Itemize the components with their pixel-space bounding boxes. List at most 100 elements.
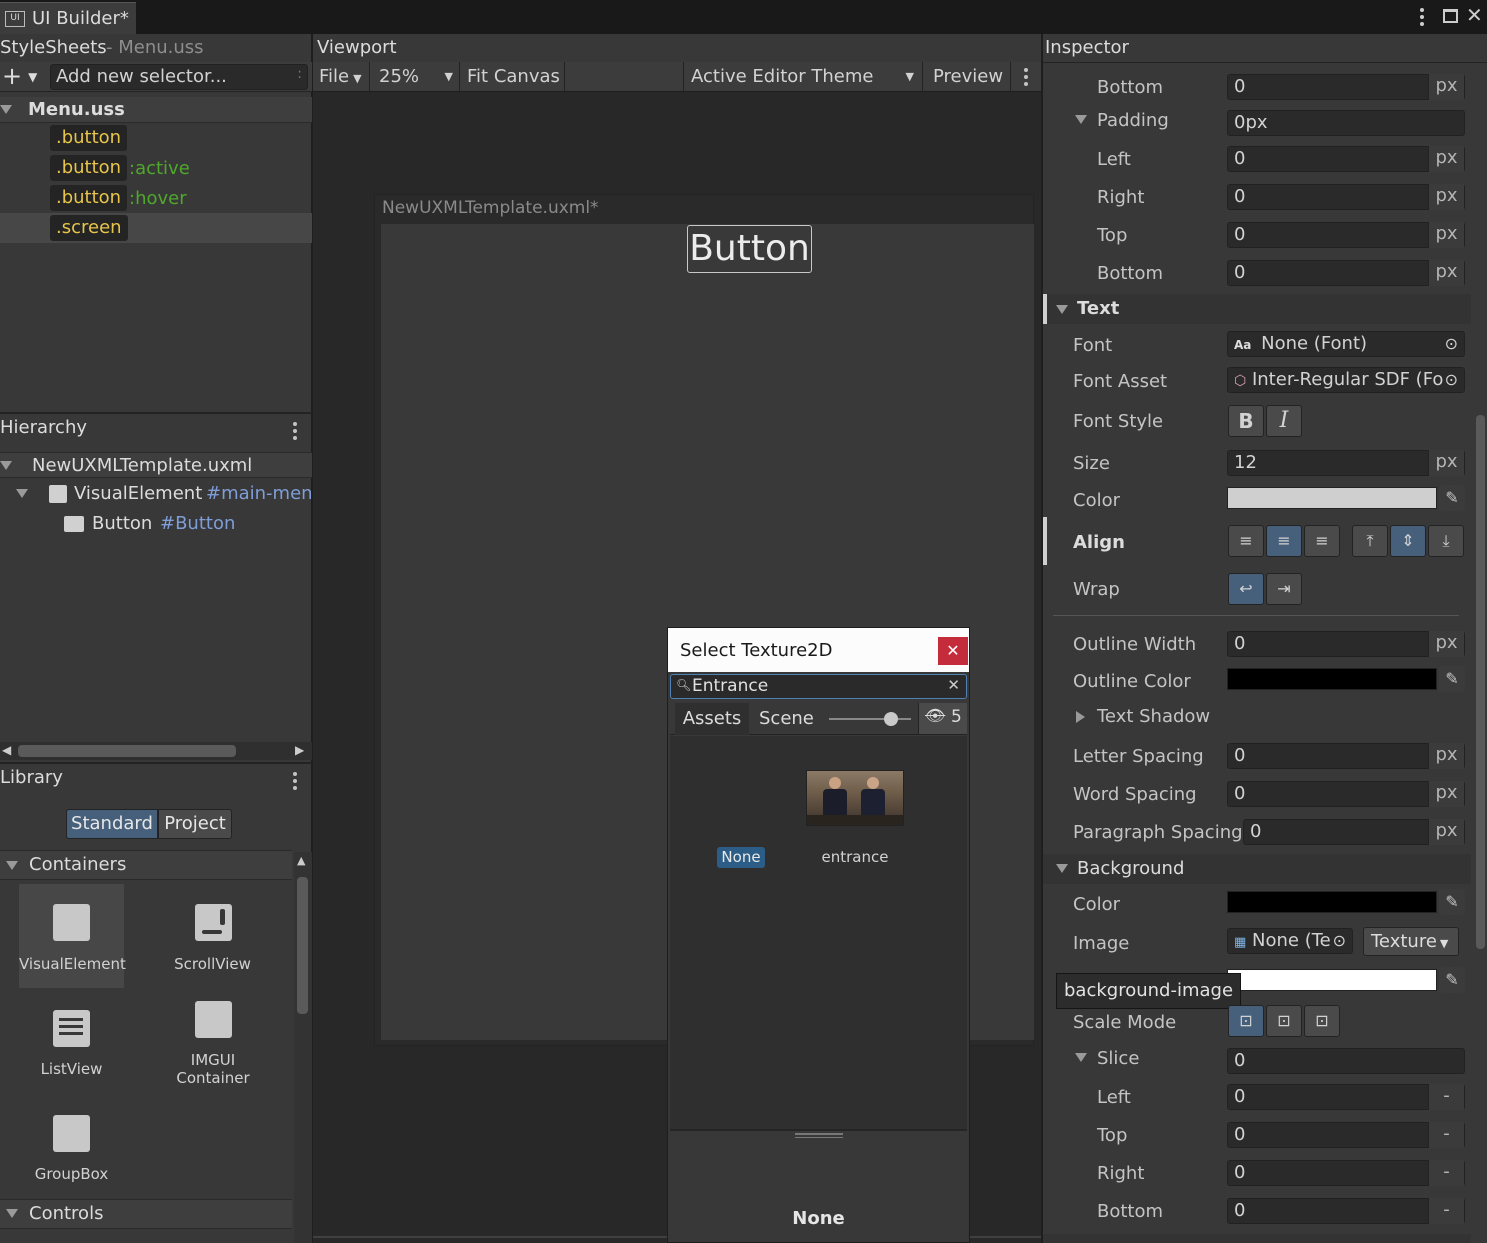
padding-bottom-unit[interactable]: px [1428,260,1464,286]
tab-assets[interactable]: Assets [675,703,749,735]
maximize-icon[interactable] [1443,9,1458,23]
eyedropper-icon[interactable]: ✎ [1439,485,1465,511]
selector-screen[interactable]: .screen [50,215,128,241]
selector-button-active[interactable]: .button [50,155,128,181]
text-shadow-label[interactable]: Text Shadow [1097,706,1210,727]
text-shadow-expand-icon[interactable] [1076,711,1085,723]
word-spacing-unit[interactable]: px [1428,781,1464,807]
tab-scene[interactable]: Scene [759,708,814,729]
clear-search-icon[interactable]: ✕ [947,676,960,694]
background-image-field[interactable]: ▦ None (Te ⊙ [1227,928,1353,954]
tab-standard[interactable]: Standard [66,809,158,839]
wrap-on-icon[interactable]: ↩ [1228,573,1264,605]
thumbnail-size-slider[interactable] [829,718,911,720]
library-scrollbar-thumb[interactable] [297,877,308,1014]
next-section-header[interactable] [1043,1234,1471,1243]
groupbox-icon[interactable] [53,1115,90,1152]
slice-bottom-unit[interactable]: - [1428,1198,1464,1224]
scroll-up-icon[interactable]: ▲ [297,854,305,867]
dialog-close-button[interactable]: ✕ [938,637,968,665]
library-item-label[interactable]: GroupBox [19,1165,124,1183]
padding-left-unit[interactable]: px [1428,146,1464,172]
outline-width-unit[interactable]: px [1428,631,1464,657]
wrap-off-icon[interactable]: ⇥ [1266,573,1302,605]
size-unit[interactable]: px [1428,450,1464,476]
window-menu-icon[interactable] [1420,8,1426,26]
library-item-label[interactable]: ScrollView [160,955,265,973]
italic-toggle[interactable]: I [1266,405,1302,437]
padding-field[interactable]: 0px [1227,110,1465,136]
stylesheet-expand-icon[interactable] [0,105,12,114]
close-window-icon[interactable]: ✕ [1466,3,1483,27]
tint-color-swatch[interactable] [1227,969,1437,991]
scale-stretch-icon[interactable]: ⊡ [1228,1005,1264,1037]
object-picker-icon[interactable]: ⊙ [1445,332,1458,356]
visual-element-expand-icon[interactable] [16,489,28,498]
scroll-left-icon[interactable]: ◀ [2,743,11,757]
slice-top-unit[interactable]: - [1428,1122,1464,1148]
slice-expand-icon[interactable] [1075,1053,1087,1062]
slice-field[interactable]: 0 [1227,1048,1465,1074]
fit-canvas-button[interactable]: Fit Canvas [461,62,565,92]
scale-crop-icon[interactable]: ⊡ [1304,1005,1340,1037]
listview-icon[interactable] [53,1010,90,1047]
slider-handle[interactable] [883,712,898,726]
asset-none-label[interactable]: None [717,847,765,868]
hierarchy-item-type[interactable]: VisualElement [74,483,202,504]
preview-button[interactable]: Preview [924,62,1011,92]
paragraph-spacing-unit[interactable]: px [1428,819,1464,845]
selector-button[interactable]: .button [50,125,128,151]
tab-project[interactable]: Project [158,809,232,839]
font-field[interactable]: Aa None (Font) ⊙ [1227,331,1465,357]
entrance-thumbnail[interactable] [806,770,904,826]
window-tab[interactable]: UI UI Builder* [0,2,136,34]
add-selector-input[interactable]: Add new selector... : [50,64,308,90]
slice-left-unit[interactable]: - [1428,1084,1464,1110]
scrollbar-thumb[interactable] [18,745,236,757]
slice-right-unit[interactable]: - [1428,1160,1464,1186]
text-color-swatch[interactable] [1227,487,1437,509]
theme-dropdown[interactable]: Active Editor Theme ▼ [685,62,923,92]
asset-entrance-label[interactable]: entrance [806,848,904,866]
align-bottom-icon[interactable]: ⤓ [1428,525,1464,557]
outline-color-swatch[interactable] [1227,668,1437,690]
bold-toggle[interactable]: B [1228,405,1264,437]
letter-spacing-unit[interactable]: px [1428,743,1464,769]
add-stylesheet-button[interactable]: + ▼ [2,62,37,91]
eyedropper-icon[interactable]: ✎ [1439,967,1465,993]
image-type-dropdown[interactable]: Texture ▼ [1363,927,1459,956]
background-expand-icon[interactable] [1056,864,1068,873]
library-menu-icon[interactable] [293,772,297,793]
canvas-button[interactable]: Button [687,225,812,273]
selector-button-hover[interactable]: .button [50,185,128,211]
selector-options-icon[interactable]: : [297,66,302,82]
align-center-icon[interactable]: ≡ [1266,525,1302,557]
hierarchy-root-expand-icon[interactable] [0,461,12,470]
controls-expand-icon[interactable] [6,1209,18,1218]
inspector-scrollbar-thumb[interactable] [1476,415,1485,949]
library-item-label[interactable]: ListView [19,1060,124,1078]
font-asset-field[interactable]: ⬡ Inter-Regular SDF (Fo ⊙ [1227,367,1465,393]
align-middle-icon[interactable]: ⇕ [1390,525,1426,557]
eyedropper-icon[interactable]: ✎ [1439,889,1465,915]
zoom-dropdown[interactable]: 25% ▼ [371,62,460,92]
scale-fit-icon[interactable]: ⊡ [1266,1005,1302,1037]
padding-right-unit[interactable]: px [1428,184,1464,210]
eyedropper-icon[interactable]: ✎ [1439,666,1465,692]
align-top-icon[interactable]: ⤒ [1352,525,1388,557]
align-right-icon[interactable]: ≡ [1304,525,1340,557]
scrollview-icon[interactable] [195,904,232,941]
padding-expand-icon[interactable] [1075,115,1087,124]
hidden-items-toggle[interactable]: 👁︎ 5 [918,703,967,734]
imgui-container-icon[interactable] [195,1001,232,1038]
margin-bottom-unit[interactable]: px [1428,74,1464,100]
texture-search-input[interactable]: 🔍︎ Entrance ✕ [670,674,967,699]
preview-splitter[interactable] [670,1129,967,1131]
containers-expand-icon[interactable] [6,861,18,870]
selected-selector-row[interactable] [0,213,312,243]
object-picker-icon[interactable]: ⊙ [1444,368,1458,392]
text-section-expand-icon[interactable] [1056,305,1068,314]
background-color-swatch[interactable] [1227,891,1437,913]
library-item-label[interactable]: IMGUI Container [163,1051,263,1087]
scroll-right-icon[interactable]: ▶ [295,743,304,757]
